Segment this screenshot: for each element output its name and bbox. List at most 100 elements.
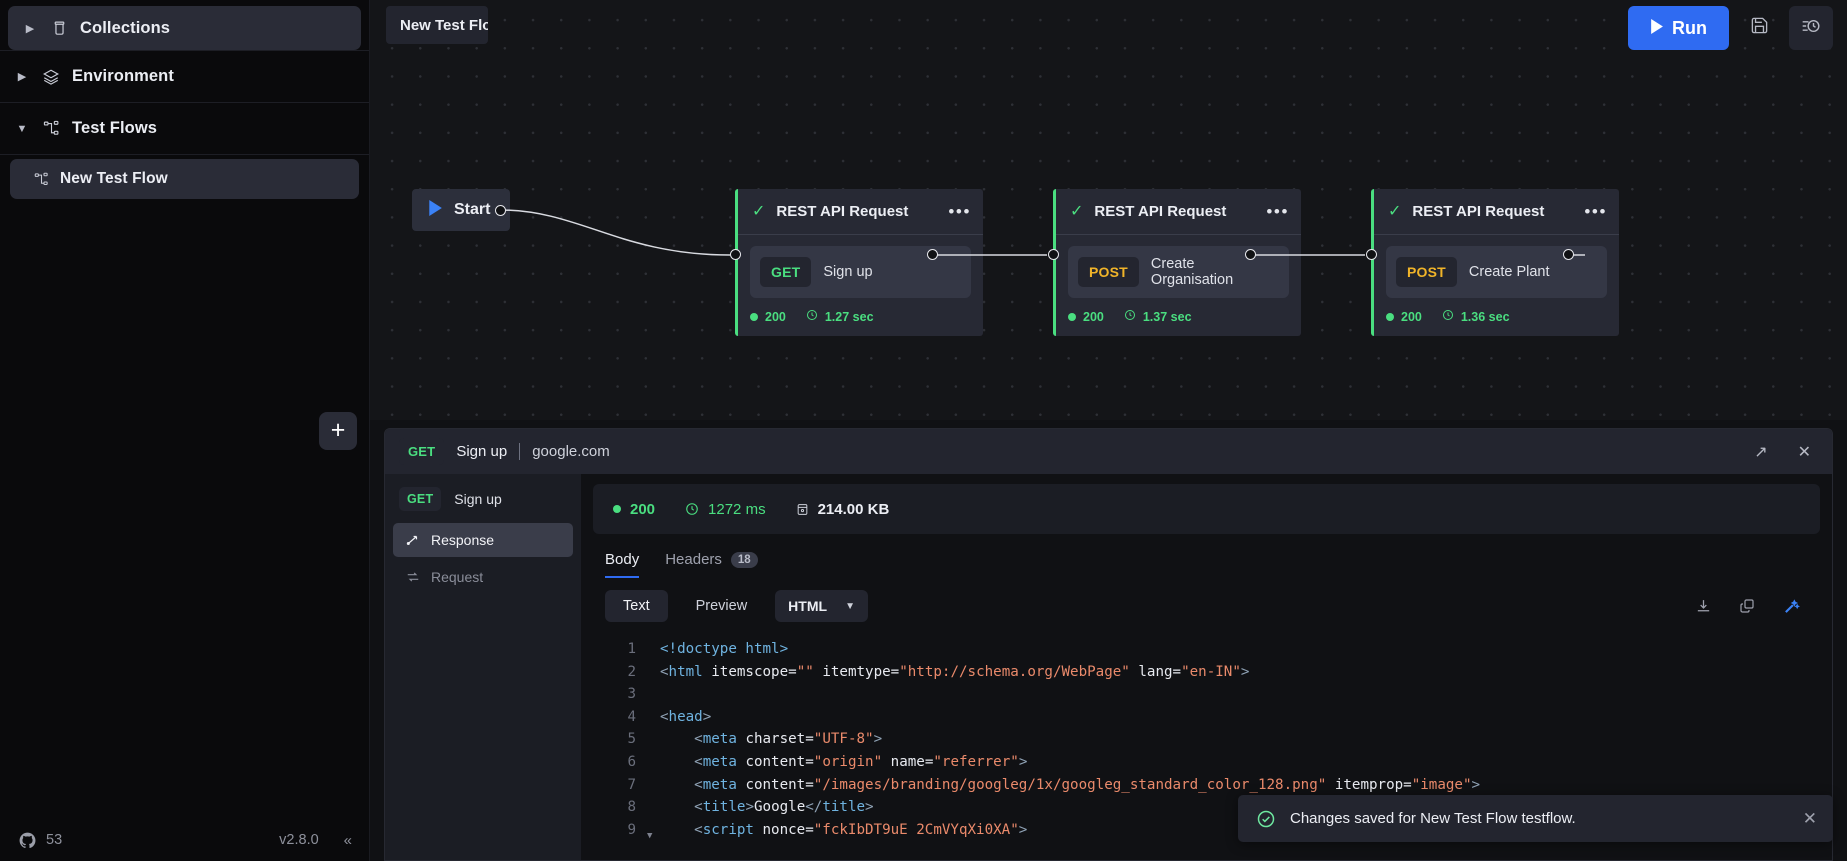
node-1-input-port[interactable]: [730, 249, 741, 260]
tab-label: Headers: [665, 551, 722, 568]
view-mode-label: Preview: [695, 598, 748, 614]
sidebar-tab-label: Request: [431, 569, 484, 585]
sidebar-tab-label: Response: [431, 532, 495, 548]
node-header: ✓ REST API Request •••: [738, 189, 983, 235]
ellipsis-icon[interactable]: •••: [1266, 203, 1289, 220]
view-mode-text[interactable]: Text: [605, 590, 668, 622]
node-meta: 200 1.37 sec: [1056, 298, 1301, 336]
node-2-output-port[interactable]: [1245, 249, 1256, 260]
code-text: <head>: [660, 708, 712, 725]
node-title: REST API Request: [1094, 203, 1227, 220]
response-size-value: 214.00 KB: [817, 500, 890, 518]
node-header: ✓ REST API Request •••: [1374, 189, 1619, 235]
flow-canvas[interactable]: New Test Flow Run: [370, 0, 1847, 420]
node-status-code: 200: [1401, 309, 1422, 324]
code-text: <meta content="origin" name="referrer">: [694, 753, 1028, 770]
tab-body[interactable]: Body: [605, 551, 640, 578]
sidebar-section-label: Environment: [72, 67, 174, 85]
layers-icon: [40, 68, 62, 86]
chevron-down-icon: ▼: [845, 600, 855, 612]
fold-toggle-icon: [647, 751, 660, 774]
node-3-input-port[interactable]: [1366, 249, 1377, 260]
code-line: 6 <meta content="origin" name="referrer"…: [581, 751, 1832, 774]
fold-toggle-icon[interactable]: ▼: [647, 819, 660, 848]
sidebar-tab-response[interactable]: Response: [393, 523, 573, 557]
save-flow-button[interactable]: [1737, 6, 1781, 50]
flow-tab-label: New Test Flow: [400, 16, 488, 34]
fold-toggle-icon: [647, 683, 660, 706]
play-icon: [1650, 18, 1663, 39]
run-button[interactable]: Run: [1628, 6, 1729, 50]
start-node-output-port[interactable]: [495, 205, 506, 216]
sidebar-section-label: Collections: [80, 18, 171, 37]
clock-icon: [1442, 309, 1454, 324]
response-icon: [405, 533, 420, 547]
node-status-code: 200: [765, 309, 786, 324]
add-collection-button[interactable]: +: [319, 411, 357, 450]
request-name: Create Organisation: [1150, 256, 1234, 288]
sidebar-section-test-flows[interactable]: ▼ Test Flows: [0, 103, 369, 155]
ellipsis-icon[interactable]: •••: [948, 203, 971, 220]
code-line: 5 <meta charset="UTF-8">: [581, 728, 1832, 751]
database-icon: [796, 503, 809, 516]
close-icon[interactable]: ✕: [1789, 442, 1820, 462]
sidebar-section-collections-wrap: ▶ Collections +: [0, 0, 369, 450]
node-status-code: 200: [1083, 309, 1104, 324]
toast-close-icon[interactable]: ✕: [1803, 809, 1817, 829]
node-duration: 1.37 sec: [1142, 309, 1192, 324]
request-name: Sign up: [823, 264, 873, 280]
status-dot-icon: [1386, 312, 1394, 321]
flow-node-rest-api-request[interactable]: ✓ REST API Request ••• GET Sign up 200 1…: [735, 189, 983, 336]
fold-toggle-icon: [647, 796, 660, 819]
flow-node-rest-api-request[interactable]: ✓ REST API Request ••• POST Create Organ…: [1053, 189, 1301, 336]
toast-notification: Changes saved for New Test Flow testflow…: [1238, 795, 1833, 842]
node-meta: 200 1.36 sec: [1374, 298, 1619, 336]
chevron-down-icon[interactable]: ▼: [14, 123, 30, 135]
fold-toggle-icon: [647, 706, 660, 729]
request-name: Create Plant: [1468, 264, 1550, 280]
download-icon[interactable]: [1686, 591, 1720, 621]
expand-icon[interactable]: ↗: [1745, 442, 1776, 462]
ellipsis-icon[interactable]: •••: [1584, 203, 1607, 220]
chevron-right-icon[interactable]: ▶: [14, 70, 30, 83]
flow-node-rest-api-request[interactable]: ✓ REST API Request ••• POST Create Plant…: [1371, 189, 1619, 336]
sidebar-tab-request[interactable]: Request: [393, 560, 573, 594]
flow-tab[interactable]: New Test Flow: [386, 6, 488, 44]
body-view-controls: Text Preview HTML ▼: [581, 578, 1832, 632]
clock-icon: [1124, 309, 1136, 324]
request-icon: [405, 570, 420, 584]
node-body: GET Sign up: [738, 235, 983, 298]
node-3-output-port[interactable]: [1563, 249, 1574, 260]
sidebar-section-environment[interactable]: ▶ Environment: [0, 51, 369, 103]
flow-icon: [30, 172, 52, 187]
format-select[interactable]: HTML ▼: [775, 590, 868, 622]
line-number: 2: [627, 663, 636, 680]
view-mode-preview[interactable]: Preview: [678, 590, 766, 622]
status-dot-icon: [750, 312, 758, 321]
code-line: 3: [581, 683, 1832, 706]
node-1-output-port[interactable]: [927, 249, 938, 260]
chevron-right-icon[interactable]: ▶: [22, 22, 38, 35]
run-history-button[interactable]: [1789, 6, 1833, 50]
app-version: v2.8.0: [279, 832, 319, 848]
method-badge: GET: [399, 487, 442, 511]
method-badge: POST: [1396, 257, 1457, 287]
line-number: 9: [627, 821, 636, 838]
headers-count-badge: 18: [730, 551, 758, 568]
magic-wand-icon[interactable]: [1774, 591, 1808, 621]
collapse-sidebar-icon[interactable]: «: [344, 832, 352, 849]
sidebar-section-collections[interactable]: ▶ Collections: [8, 6, 361, 50]
fold-toggle-icon: [647, 774, 660, 797]
clock-icon: [806, 309, 818, 324]
code-text: <!doctype html>: [660, 641, 789, 657]
copy-icon[interactable]: [1730, 591, 1764, 621]
node-2-input-port[interactable]: [1048, 249, 1059, 260]
github-icon[interactable]: [18, 831, 37, 850]
tab-headers[interactable]: Headers 18: [665, 551, 758, 578]
sidebar-section-label: Test Flows: [72, 119, 158, 137]
sidebar-item-new-test-flow[interactable]: New Test Flow: [10, 159, 359, 199]
code-text: <html itemscope="" itemtype="http://sche…: [660, 663, 1250, 680]
status-dot-icon: [1068, 312, 1076, 321]
line-number: 3: [627, 686, 636, 703]
